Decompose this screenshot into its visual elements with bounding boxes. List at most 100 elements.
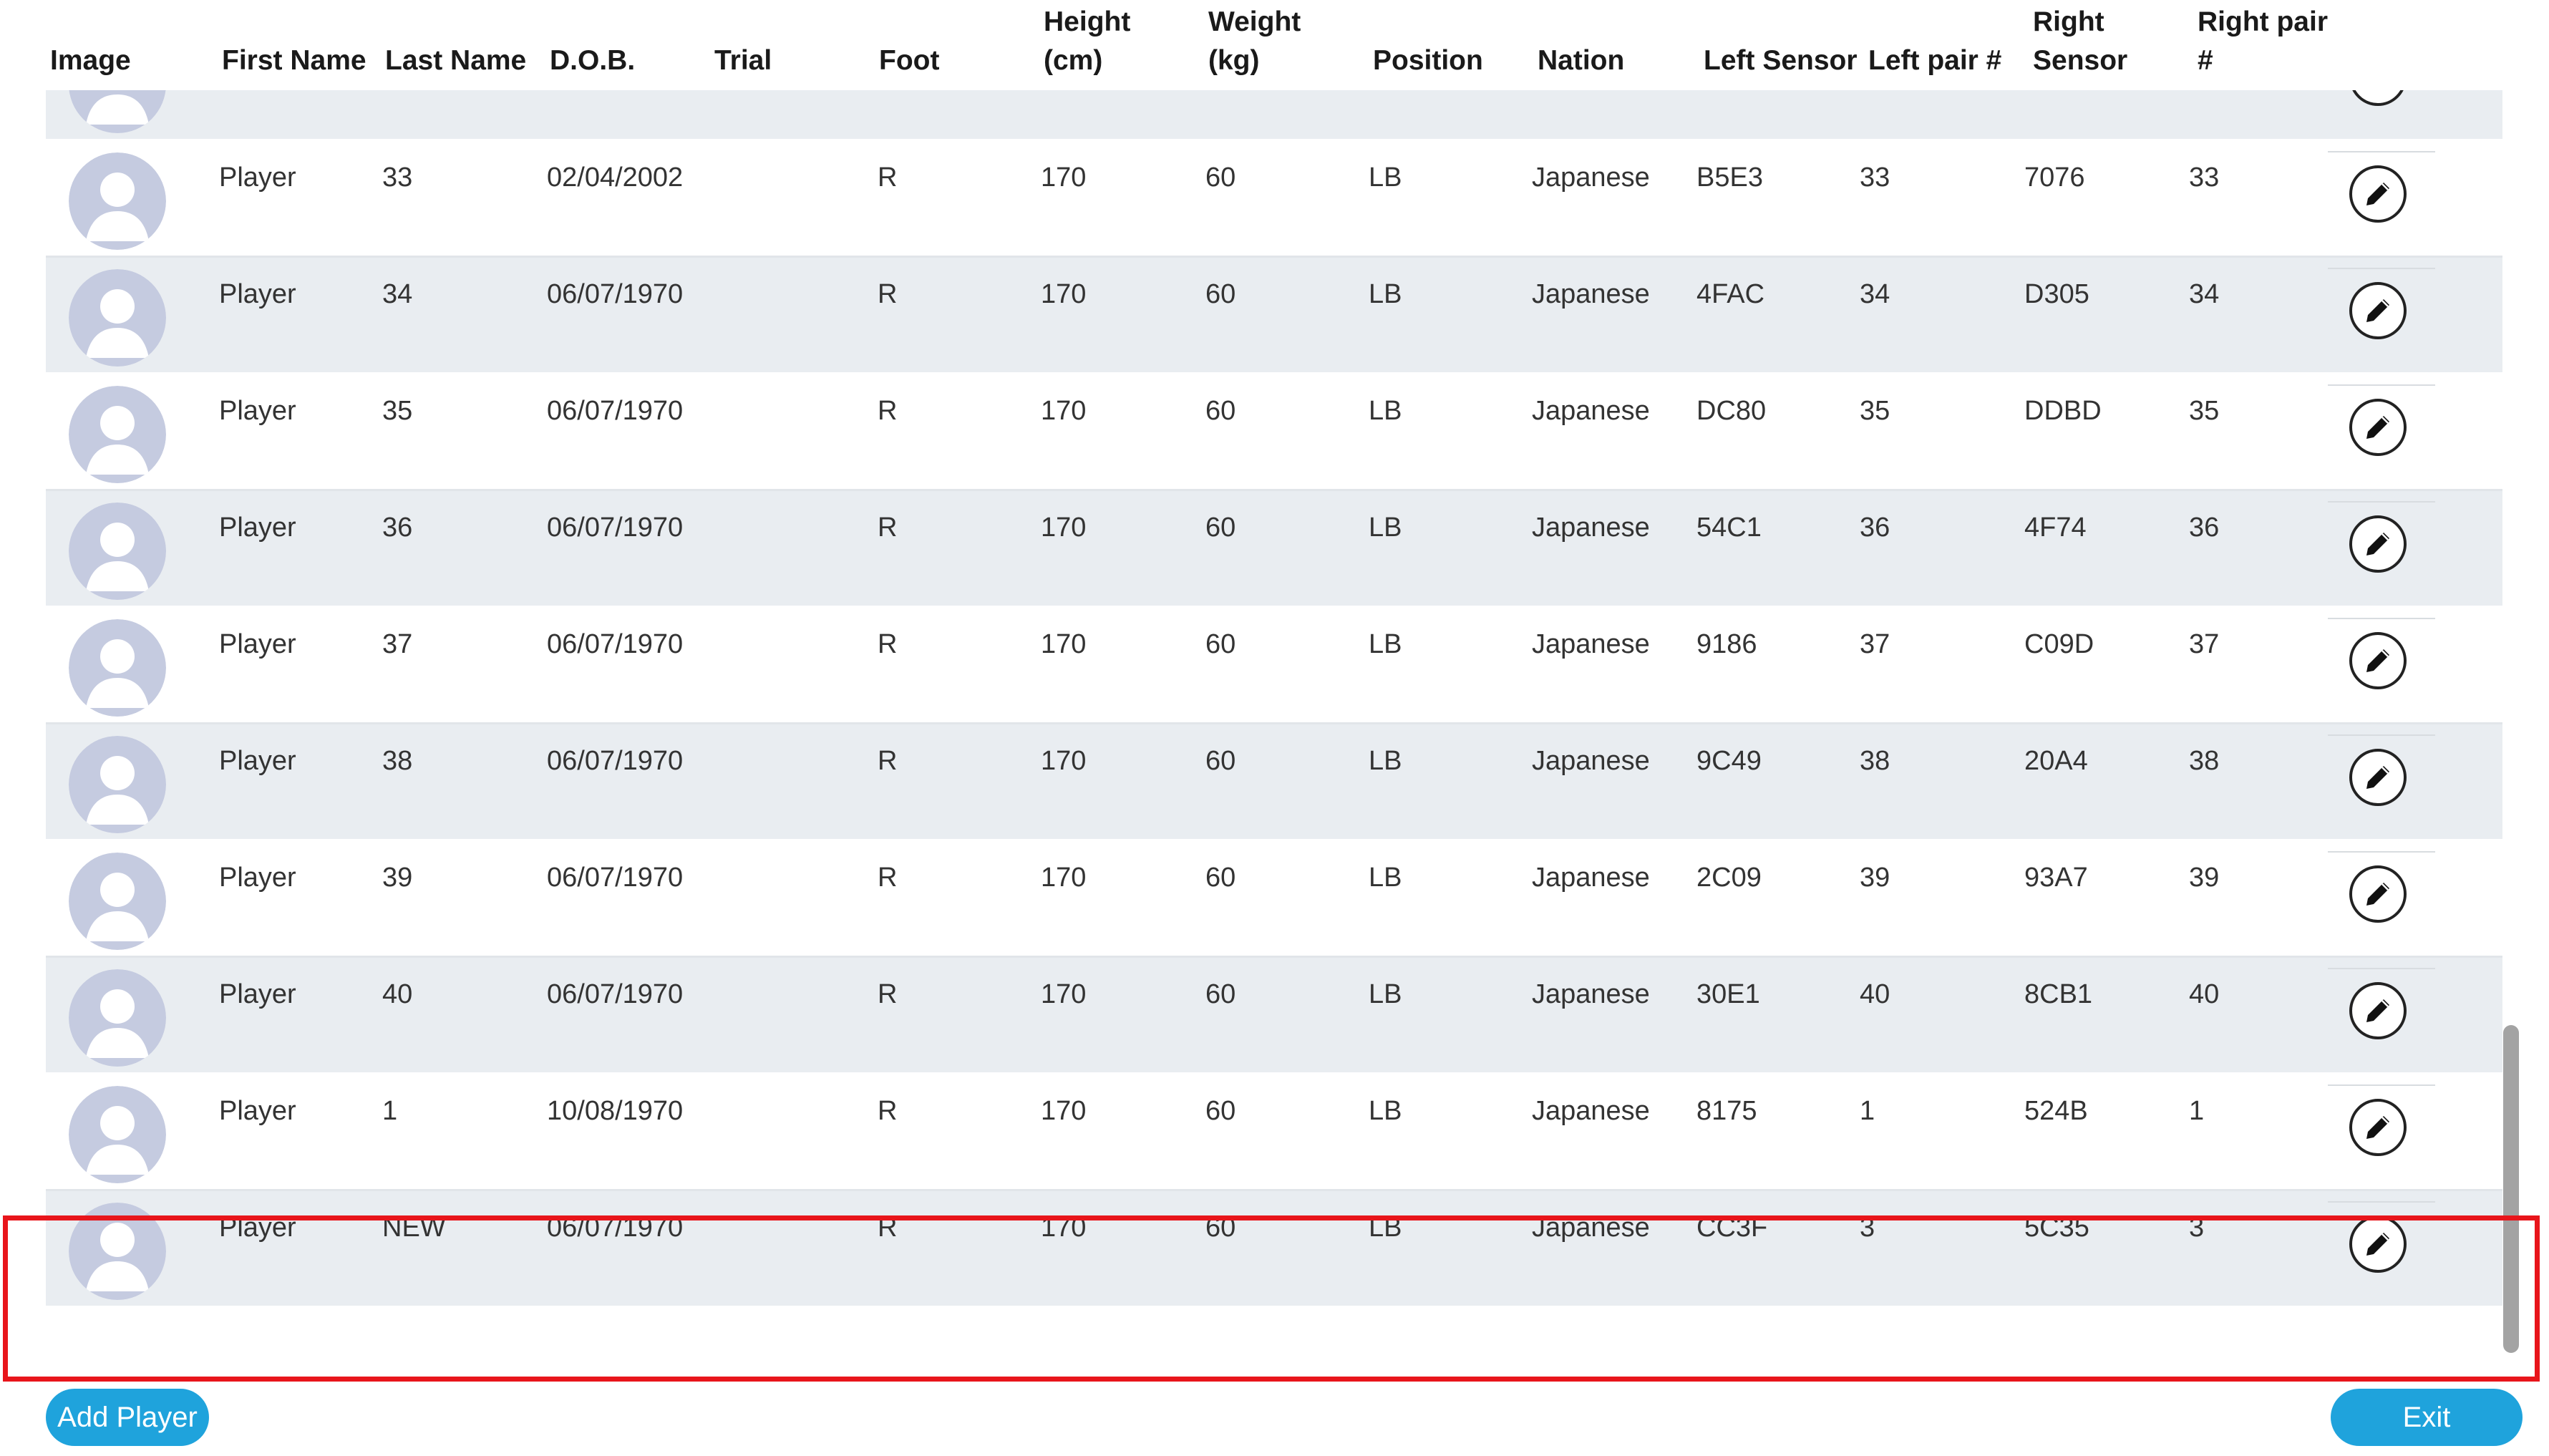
cell-right-sensor: DDBD (2024, 396, 2102, 426)
edit-player-button[interactable] (2349, 749, 2407, 806)
cell-first-name: Player (219, 396, 296, 426)
cell-last-name: 36 (382, 513, 413, 543)
cell-position: LB (1369, 279, 1402, 309)
cell-weight: 60 (1205, 979, 1236, 1009)
player-table-viewport[interactable]: Player3202/04/2002R17060LBJapanese0C0732… (46, 90, 2502, 1359)
table-row[interactable]: Player 33 02/04/2002 R 170 60 LB Japanese B5E3 33… (46, 141, 2502, 258)
pencil-icon (2362, 90, 2394, 93)
cell-left-sensor: 30E1 (1696, 979, 1760, 1009)
cell-last-name: 34 (382, 279, 413, 309)
edit-player-button[interactable] (2349, 165, 2407, 223)
cell-weight: 60 (1205, 513, 1236, 543)
table-row[interactable]: Player3202/04/2002R17060LBJapanese0C0732… (46, 90, 2502, 141)
cell-first-name: Player (219, 629, 296, 659)
cell-position: LB (1369, 513, 1402, 543)
divider (2328, 384, 2435, 386)
cell-left-sensor: DC80 (1696, 396, 1767, 426)
person-placeholder-icon (69, 736, 166, 833)
column-header-right-sensor: Right Sensor (2033, 6, 2128, 76)
divider (2328, 1201, 2435, 1203)
cell-right-sensor: 5C35 (2024, 1213, 2089, 1243)
cell-height: 170 (1041, 979, 1087, 1009)
pencil-icon (2362, 528, 2394, 560)
cell-right-pair: 40 (2189, 979, 2220, 1009)
cell-nation: Japanese (1532, 1096, 1650, 1126)
cell-left-sensor: 9C49 (1696, 746, 1762, 776)
cell-right-pair: 34 (2189, 279, 2220, 309)
cell-last-name: 33 (382, 162, 413, 193)
cell-foot: R (878, 1213, 898, 1243)
column-header-height: Height (cm) (1044, 6, 1131, 76)
table-row[interactable]: Player 39 06/07/1970 R 170 60 LB Japanese 2C09 39… (46, 841, 2502, 958)
table-row[interactable]: Player 37 06/07/1970 R 170 60 LB Japanese 9186 37… (46, 608, 2502, 724)
cell-left-pair: 35 (1860, 396, 1890, 426)
table-header: Image First Name Last Name D.O.B. Trial Foot H… (46, 0, 2508, 92)
column-header-left-sensor: Left Sensor (1704, 45, 1858, 76)
cell-weight: 60 (1205, 396, 1236, 426)
cell-right-pair: 35 (2189, 396, 2220, 426)
cell-dob: 10/08/1970 (547, 1096, 684, 1126)
cell-nation: Japanese (1532, 279, 1650, 309)
cell-left-sensor: B5E3 (1696, 162, 1763, 193)
person-placeholder-icon (69, 503, 166, 600)
cell-height: 170 (1041, 1213, 1087, 1243)
cell-position: LB (1369, 1096, 1402, 1126)
edit-player-button[interactable] (2349, 632, 2407, 689)
cell-right-sensor: 4F74 (2024, 513, 2087, 543)
cell-foot: R (878, 629, 898, 659)
edit-player-button[interactable] (2349, 90, 2407, 106)
table-row[interactable]: Player 38 06/07/1970 R 170 60 LB Japanese 9C49 38… (46, 724, 2502, 841)
cell-height: 170 (1041, 1096, 1087, 1126)
edit-player-button[interactable] (2349, 1099, 2407, 1156)
column-header-trial: Trial (714, 45, 772, 76)
exit-button[interactable]: Exit (2331, 1389, 2523, 1446)
pencil-icon (2362, 412, 2394, 443)
cell-weight: 60 (1205, 1096, 1236, 1126)
cell-left-sensor: 9186 (1696, 629, 1757, 659)
table-row[interactable]: Player NEW 06/07/1970 R 170 60 LB Japanese CC3F 3… (46, 1191, 2502, 1308)
table-row[interactable]: Player 35 06/07/1970 R 170 60 LB Japanese DC80 35… (46, 374, 2502, 491)
divider (2328, 968, 2435, 969)
divider (2328, 734, 2435, 736)
pencil-icon (2362, 995, 2394, 1027)
column-header-position: Position (1373, 45, 1483, 76)
pencil-icon (2362, 645, 2394, 676)
person-placeholder-icon (69, 386, 166, 483)
player-list-window: Image First Name Last Name D.O.B. Trial Foot H… (0, 0, 2549, 1456)
column-header-left-pair: Left pair # (1868, 45, 2002, 76)
cell-last-name: 40 (382, 979, 413, 1009)
edit-player-button[interactable] (2349, 399, 2407, 456)
table-row[interactable]: Player 1 10/08/1970 R 170 60 LB Japanese 8175 1 52… (46, 1074, 2502, 1191)
pencil-icon (2362, 762, 2394, 793)
table-row[interactable]: Player 40 06/07/1970 R 170 60 LB Japanese 30E1 40… (46, 958, 2502, 1074)
column-header-image: Image (50, 45, 131, 76)
cell-weight: 60 (1205, 162, 1236, 193)
pencil-icon (2362, 178, 2394, 210)
edit-player-button[interactable] (2349, 982, 2407, 1039)
cell-left-sensor: CC3F (1696, 1213, 1768, 1243)
column-header-last-name: Last Name (385, 45, 527, 76)
player-table-body: Player3202/04/2002R17060LBJapanese0C0732… (46, 90, 2502, 1308)
edit-player-button[interactable] (2349, 282, 2407, 339)
cell-weight: 60 (1205, 279, 1236, 309)
cell-first-name: Player (219, 863, 296, 893)
cell-first-name: Player (219, 1096, 296, 1126)
person-placeholder-icon (69, 969, 166, 1067)
edit-player-button[interactable] (2349, 515, 2407, 573)
cell-dob: 06/07/1970 (547, 396, 684, 426)
table-row[interactable]: Player 36 06/07/1970 R 170 60 LB Japanese 54C1 36… (46, 491, 2502, 608)
person-placeholder-icon (69, 90, 166, 133)
cell-position: LB (1369, 1213, 1402, 1243)
scrollbar-thumb[interactable] (2503, 1025, 2519, 1353)
pencil-icon (2362, 1228, 2394, 1260)
cell-right-sensor: 7076 (2024, 162, 2085, 193)
cell-dob: 06/07/1970 (547, 279, 684, 309)
edit-player-button[interactable] (2349, 865, 2407, 923)
table-row[interactable]: Player 34 06/07/1970 R 170 60 LB Japanese 4FAC 34… (46, 258, 2502, 374)
cell-left-pair: 33 (1860, 162, 1890, 193)
add-player-button[interactable]: Add Player (46, 1389, 209, 1446)
cell-left-pair: 39 (1860, 863, 1890, 893)
cell-right-sensor: 524B (2024, 1096, 2088, 1126)
cell-left-sensor: 4FAC (1696, 279, 1765, 309)
edit-player-button[interactable] (2349, 1215, 2407, 1273)
